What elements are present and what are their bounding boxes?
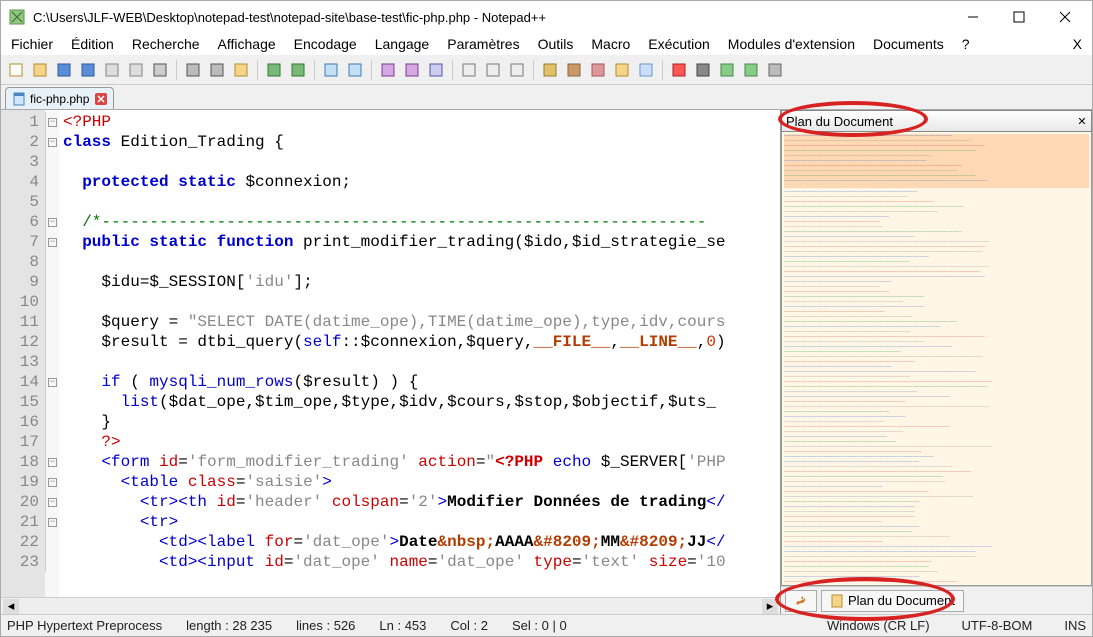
- scroll-right-arrow[interactable]: ▸: [762, 599, 778, 614]
- cut-icon[interactable]: [182, 59, 204, 81]
- fold-column[interactable]: −− −− − −−−−: [45, 110, 59, 597]
- menu-modules-d-extension[interactable]: Modules d'extension: [722, 34, 861, 54]
- panel-header[interactable]: Plan du Document ✕: [781, 110, 1092, 132]
- menu-encodage[interactable]: Encodage: [288, 34, 363, 54]
- sync-v-icon[interactable]: [425, 59, 447, 81]
- close-icon[interactable]: [101, 59, 123, 81]
- maximize-button[interactable]: [996, 1, 1042, 33]
- code-content[interactable]: <?PHPclass Edition_Trading { protected s…: [59, 110, 780, 597]
- menu-affichage[interactable]: Affichage: [212, 34, 282, 54]
- copy-icon[interactable]: [206, 59, 228, 81]
- menu-fichier[interactable]: Fichier: [5, 34, 59, 54]
- stop-icon[interactable]: [692, 59, 714, 81]
- save-all-icon[interactable]: [77, 59, 99, 81]
- word-wrap-icon[interactable]: [458, 59, 480, 81]
- minimize-button[interactable]: [950, 1, 996, 33]
- menu-macro[interactable]: Macro: [585, 34, 636, 54]
- undo-icon[interactable]: [263, 59, 285, 81]
- close-button[interactable]: [1042, 1, 1088, 33]
- menu--[interactable]: ?: [956, 34, 976, 54]
- folder-icon[interactable]: [611, 59, 633, 81]
- status-ln: Ln : 453: [379, 618, 426, 633]
- toolbar: [1, 55, 1092, 85]
- status-eol: Windows (CR LF): [827, 618, 930, 633]
- footer-wrench-button[interactable]: [785, 590, 817, 612]
- file-icon: [12, 92, 26, 106]
- document-icon: [830, 594, 844, 608]
- document-map-panel: Plan du Document ✕ ~~~~~~~~~~~~~~~~~~~~~…: [780, 110, 1092, 614]
- tab-close-icon[interactable]: [95, 93, 107, 105]
- status-encoding: UTF-8-BOM: [962, 618, 1033, 633]
- all-chars-icon[interactable]: [482, 59, 504, 81]
- status-sel: Sel : 0 | 0: [512, 618, 567, 633]
- menu--dition[interactable]: Édition: [65, 34, 120, 54]
- record-icon[interactable]: [668, 59, 690, 81]
- status-col: Col : 2: [450, 618, 488, 633]
- window-title: C:\Users\JLF-WEB\Desktop\notepad-test\no…: [33, 10, 950, 25]
- zoom-in-icon[interactable]: [377, 59, 399, 81]
- footer-docmap-button[interactable]: Plan du Document: [821, 590, 964, 612]
- menu-x[interactable]: X: [1067, 34, 1088, 54]
- redo-icon[interactable]: [287, 59, 309, 81]
- status-lines: lines : 526: [296, 618, 355, 633]
- line-number-gutter: 1234567891011121314151617181920212223: [1, 110, 45, 597]
- menu-outils[interactable]: Outils: [532, 34, 580, 54]
- status-mode: INS: [1064, 618, 1086, 633]
- zoom-out-icon[interactable]: [401, 59, 423, 81]
- wrench-icon: [794, 594, 808, 608]
- save-icon[interactable]: [53, 59, 75, 81]
- tab-label: fic-php.php: [30, 92, 89, 106]
- play-multi-icon[interactable]: [740, 59, 762, 81]
- menu-langage[interactable]: Langage: [369, 34, 436, 54]
- save-macro-icon[interactable]: [764, 59, 786, 81]
- panel-close-icon[interactable]: ✕: [1075, 114, 1089, 128]
- status-length: length : 28 235: [186, 618, 272, 633]
- find-icon[interactable]: [320, 59, 342, 81]
- doc-map-icon[interactable]: [563, 59, 585, 81]
- menu-documents[interactable]: Documents: [867, 34, 950, 54]
- footer-btn-label: Plan du Document: [848, 593, 955, 608]
- indent-guide-icon[interactable]: [506, 59, 528, 81]
- app-icon: [9, 9, 25, 25]
- panel-footer: Plan du Document: [781, 586, 1092, 614]
- paste-icon[interactable]: [230, 59, 252, 81]
- panel-title: Plan du Document: [786, 114, 893, 129]
- menu-recherche[interactable]: Recherche: [126, 34, 206, 54]
- editor[interactable]: 1234567891011121314151617181920212223 −−…: [1, 110, 780, 614]
- tab-fic-php[interactable]: fic-php.php: [5, 87, 114, 109]
- statusbar: PHP Hypertext Preprocess length : 28 235…: [1, 614, 1092, 636]
- replace-icon[interactable]: [344, 59, 366, 81]
- menubar: Fichier Édition Recherche Affichage Encodage…: [1, 33, 1092, 55]
- open-file-icon[interactable]: [29, 59, 51, 81]
- tabs-row: fic-php.php: [1, 85, 1092, 109]
- new-file-icon[interactable]: [5, 59, 27, 81]
- status-language: PHP Hypertext Preprocess: [7, 618, 162, 633]
- lang-user-icon[interactable]: [539, 59, 561, 81]
- scroll-left-arrow[interactable]: ◂: [3, 599, 19, 614]
- print-icon[interactable]: [149, 59, 171, 81]
- play-icon[interactable]: [716, 59, 738, 81]
- menu-param-tres[interactable]: Paramètres: [441, 34, 525, 54]
- close-all-icon[interactable]: [125, 59, 147, 81]
- monitor-icon[interactable]: [635, 59, 657, 81]
- titlebar: C:\Users\JLF-WEB\Desktop\notepad-test\no…: [1, 1, 1092, 33]
- menu-ex-cution[interactable]: Exécution: [642, 34, 715, 54]
- horizontal-scrollbar[interactable]: ◂ ▸: [1, 597, 780, 614]
- document-map[interactable]: ~~~~~~~~~~~~~~~~~~~~~~~~~~~~~~~~~~~~~~~~…: [781, 132, 1092, 586]
- func-list-icon[interactable]: [587, 59, 609, 81]
